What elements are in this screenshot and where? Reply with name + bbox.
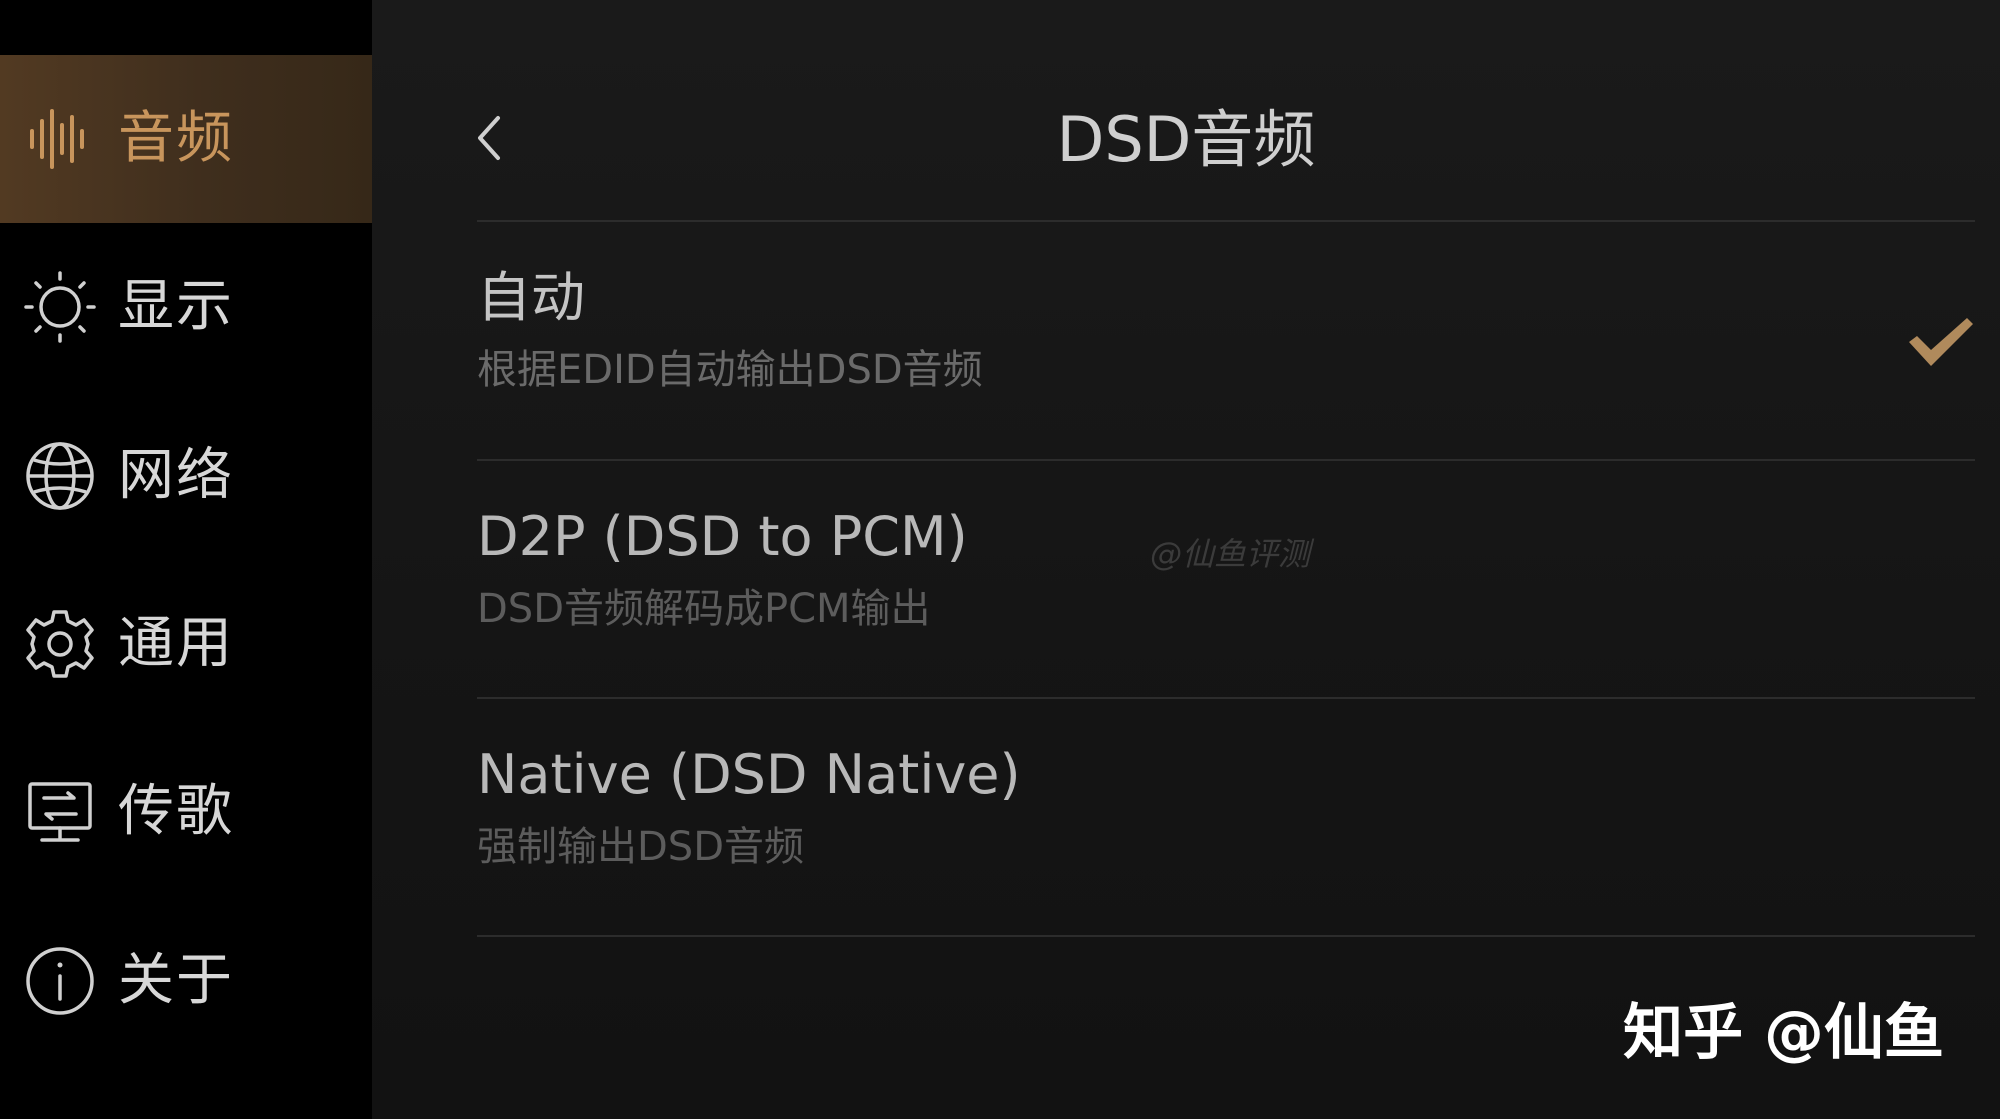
main-panel: DSD音频 自动 根据EDID自动输出DSD音频 D2P (DSD to PCM… — [372, 0, 2000, 1119]
option-native[interactable]: Native (DSD Native) 强制输出DSD音频 — [477, 699, 1975, 935]
sidebar-item-audio[interactable]: 音频 — [0, 55, 372, 223]
option-subtitle: 强制输出DSD音频 — [477, 824, 804, 870]
page-title: DSD音频 — [1056, 103, 1316, 176]
sidebar-item-label: 传歌 — [118, 779, 234, 844]
sidebar-item-general[interactable]: 通用 — [0, 560, 372, 728]
option-subtitle: DSD音频解码成PCM输出 — [477, 586, 931, 632]
sidebar: 音频 显示 网络 通用 传歌 关于 — [0, 0, 372, 1119]
option-d2p[interactable]: D2P (DSD to PCM) DSD音频解码成PCM输出 — [477, 461, 1975, 697]
sidebar-item-label: 音频 — [118, 106, 234, 171]
transfer-icon — [22, 774, 98, 850]
sidebar-item-label: 显示 — [118, 274, 234, 339]
sidebar-item-display[interactable]: 显示 — [0, 223, 372, 391]
sidebar-item-transfer[interactable]: 传歌 — [0, 728, 372, 896]
sidebar-item-about[interactable]: 关于 — [0, 897, 372, 1065]
brand-watermark: 知乎 @仙鱼 — [1623, 998, 1944, 1068]
sidebar-item-label: 通用 — [118, 611, 234, 676]
option-title: Native (DSD Native) — [477, 743, 1021, 806]
option-subtitle: 根据EDID自动输出DSD音频 — [477, 347, 983, 393]
info-icon — [22, 943, 98, 1019]
divider — [477, 935, 1975, 937]
sidebar-item-network[interactable]: 网络 — [0, 392, 372, 560]
brightness-icon — [22, 269, 98, 345]
globe-icon — [22, 438, 98, 514]
settings-screen: 音频 显示 网络 通用 传歌 关于 DSD音频 自动 根据EDID自动输出DSD… — [0, 0, 2000, 1119]
option-title: 自动 — [477, 266, 585, 329]
gear-icon — [22, 606, 98, 682]
sidebar-item-label: 关于 — [118, 948, 234, 1013]
option-title: D2P (DSD to PCM) — [477, 505, 968, 568]
option-auto[interactable]: 自动 根据EDID自动输出DSD音频 — [477, 222, 1975, 458]
checkmark-icon — [1907, 314, 1975, 370]
sidebar-item-label: 网络 — [118, 443, 234, 508]
watermark-text: @仙鱼评测 — [1150, 535, 1311, 573]
audio-waveform-icon — [22, 101, 98, 177]
